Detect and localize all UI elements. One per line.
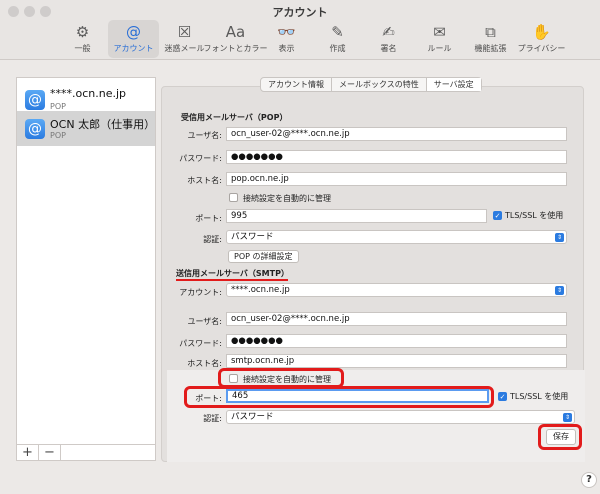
incoming-username-label: ユーザ名: xyxy=(187,131,222,140)
tab-account-info[interactable]: アカウント情報 xyxy=(261,78,332,91)
extensions-icon: ⧉ xyxy=(485,23,496,41)
chevron-updown-icon: ⇕ xyxy=(563,413,572,422)
toolbar-junk-mail[interactable]: ☒ 迷惑メール xyxy=(159,20,210,58)
incoming-auto-manage-checkbox[interactable] xyxy=(229,193,238,202)
outgoing-section-title: 送信用メールサーバ（SMTP） xyxy=(176,269,289,278)
at-sign-icon: @ xyxy=(25,90,45,110)
settings-tabs: アカウント情報 メールボックスの特性 サーバ設定 xyxy=(260,77,482,92)
highlight-port xyxy=(184,386,494,408)
junk-mail-icon: ☒ xyxy=(177,23,192,41)
toolbar-signatures[interactable]: ✍ 署名 xyxy=(363,20,414,58)
incoming-tls-checkbox[interactable]: ✓ xyxy=(493,211,502,220)
toolbar-accounts[interactable]: @ アカウント xyxy=(108,20,159,58)
title-bar: アカウント ⚙ 一般 @ アカウント ☒ 迷惑メール Aa フォントとカラー 👓… xyxy=(0,0,600,60)
toolbar-composing[interactable]: ✎ 作成 xyxy=(312,20,363,58)
accounts-window: アカウント ⚙ 一般 @ アカウント ☒ 迷惑メール Aa フォントとカラー 👓… xyxy=(0,0,600,494)
chevron-updown-icon: ⇕ xyxy=(555,233,564,242)
incoming-password-field[interactable]: ●●●●●●● xyxy=(226,150,567,164)
tab-mailbox-behaviors[interactable]: メールボックスの特性 xyxy=(332,78,427,91)
incoming-auth-label: 認証: xyxy=(203,235,222,244)
incoming-password-label: パスワード: xyxy=(179,154,222,163)
toolbar-privacy[interactable]: ✋ プライバシー xyxy=(516,20,567,58)
toolbar-general[interactable]: ⚙ 一般 xyxy=(57,20,108,58)
incoming-tls-label: TLS/SSL を使用 xyxy=(505,211,564,220)
rules-icon: ✉ xyxy=(433,23,446,41)
highlight-auto-manage xyxy=(218,368,344,388)
font-icon: Aa xyxy=(225,23,246,41)
add-account-button[interactable]: + xyxy=(17,445,39,460)
preferences-toolbar: ⚙ 一般 @ アカウント ☒ 迷惑メール Aa フォントとカラー 👓 表示 ✎ … xyxy=(57,20,567,58)
account-item-selected[interactable]: @ OCN 太郎（仕事用） POP xyxy=(17,111,155,146)
outgoing-tls-checkbox[interactable]: ✓ xyxy=(498,392,507,401)
outgoing-password-field[interactable]: ●●●●●●● xyxy=(226,334,567,348)
incoming-username-field[interactable]: ocn_user-02@****.ocn.ne.jp xyxy=(226,127,567,141)
chevron-updown-icon: ⇕ xyxy=(555,286,564,295)
outgoing-password-label: パスワード: xyxy=(179,339,222,348)
toolbar-viewing[interactable]: 👓 表示 xyxy=(261,20,312,58)
incoming-port-field[interactable]: 995 xyxy=(226,209,487,223)
outgoing-auth-select[interactable]: パスワード ⇕ xyxy=(226,410,575,424)
account-list-footer: + − xyxy=(17,444,155,460)
outgoing-auth-label: 認証: xyxy=(203,414,222,423)
outgoing-title-underline xyxy=(176,279,288,281)
incoming-auth-select[interactable]: パスワード ⇕ xyxy=(226,230,567,244)
smtp-account-select[interactable]: ****.ocn.ne.jp ⇕ xyxy=(226,283,567,297)
privacy-hand-icon: ✋ xyxy=(532,23,551,41)
outgoing-username-label: ユーザ名: xyxy=(187,317,222,326)
glasses-icon: 👓 xyxy=(277,23,296,41)
incoming-auto-manage-label: 接続設定を自動的に管理 xyxy=(243,194,331,203)
outgoing-host-field[interactable]: smtp.ocn.ne.jp xyxy=(226,354,567,368)
help-button[interactable]: ? xyxy=(581,472,597,488)
window-title: アカウント xyxy=(272,6,328,19)
gear-icon: ⚙ xyxy=(75,23,90,41)
toolbar-extensions[interactable]: ⧉ 機能拡張 xyxy=(465,20,516,58)
incoming-host-label: ホスト名: xyxy=(187,176,222,185)
account-list: @ ****.ocn.ne.jp POP @ OCN 太郎（仕事用） POP +… xyxy=(16,77,156,461)
tab-server-settings[interactable]: サーバ設定 xyxy=(426,78,481,91)
incoming-port-label: ポート: xyxy=(195,214,222,223)
at-sign-icon: @ xyxy=(126,23,141,41)
pop-advanced-button[interactable]: POP の詳細設定 xyxy=(228,250,299,263)
compose-icon: ✎ xyxy=(331,23,344,41)
remove-account-button[interactable]: − xyxy=(39,445,61,460)
at-sign-icon: @ xyxy=(25,119,45,139)
outgoing-username-field[interactable]: ocn_user-02@****.ocn.ne.jp xyxy=(226,312,567,326)
toolbar-fonts-colors[interactable]: Aa フォントとカラー xyxy=(204,20,268,58)
smtp-account-label: アカウント: xyxy=(179,288,222,297)
outgoing-host-label: ホスト名: xyxy=(187,359,222,368)
incoming-section-title: 受信用メールサーバ（POP） xyxy=(181,113,288,122)
highlight-save xyxy=(538,424,582,450)
incoming-host-field[interactable]: pop.ocn.ne.jp xyxy=(226,172,567,186)
outgoing-tls-label: TLS/SSL を使用 xyxy=(510,392,569,401)
signature-icon: ✍ xyxy=(382,23,395,41)
toolbar-rules[interactable]: ✉ ルール xyxy=(414,20,465,58)
